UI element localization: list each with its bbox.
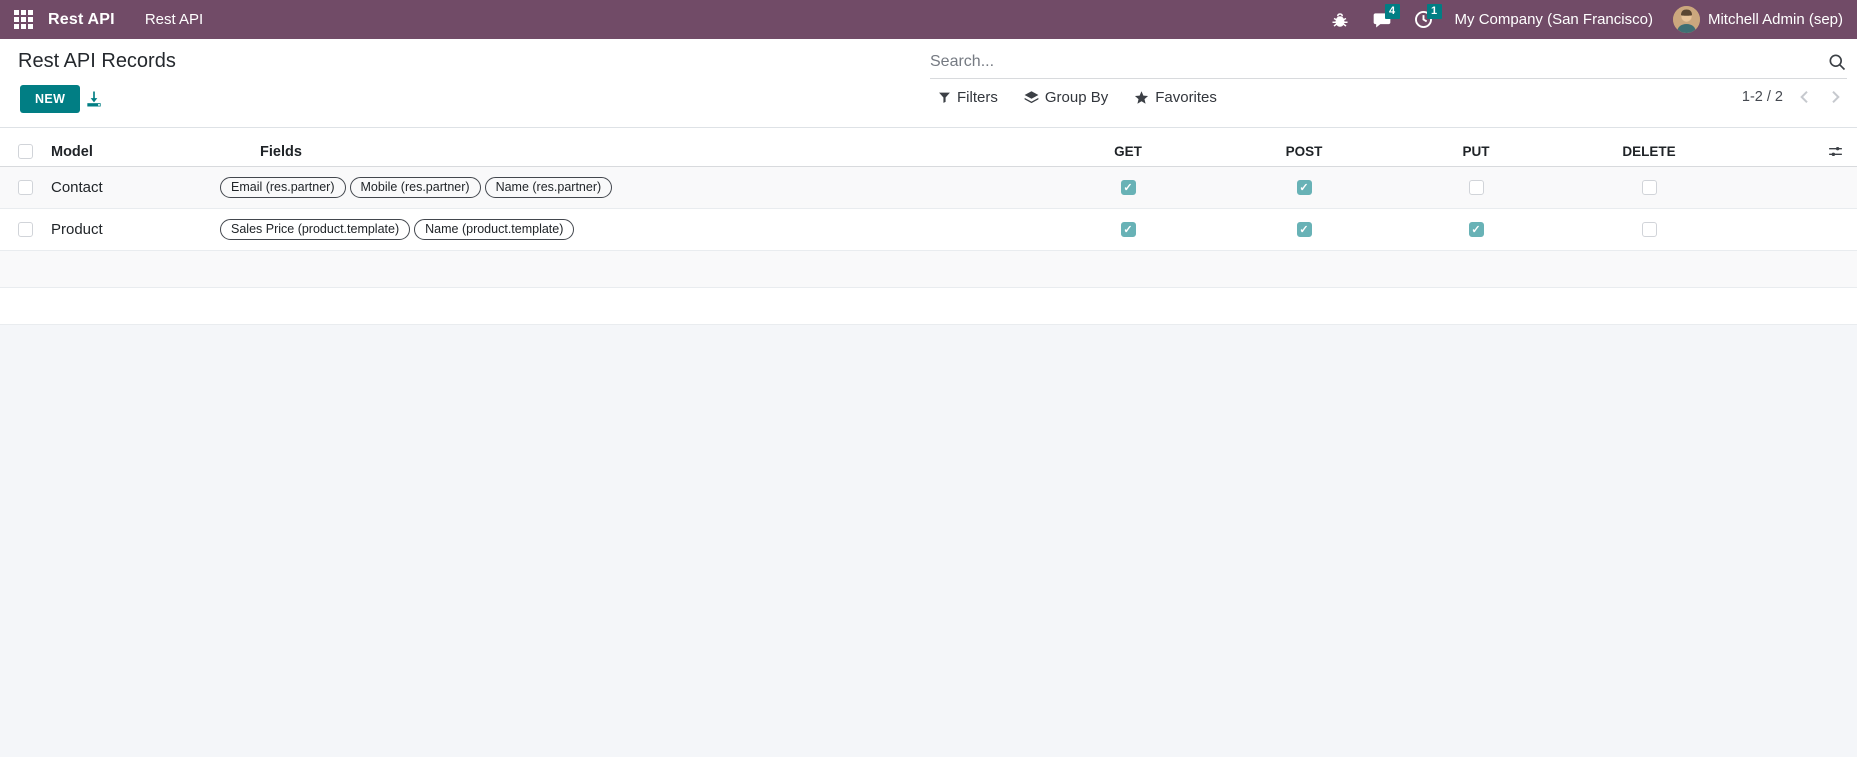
favorites-star-icon	[1135, 91, 1149, 104]
favorites-label: Favorites	[1155, 89, 1217, 106]
post-checkbox[interactable]	[1296, 222, 1312, 237]
pager: 1-2 / 2	[1742, 89, 1843, 105]
pager-previous-icon[interactable]	[1797, 89, 1813, 105]
column-header-fields[interactable]: Fields	[220, 144, 1040, 160]
put-checkbox[interactable]	[1468, 222, 1484, 237]
field-tag[interactable]: Sales Price (product.template)	[220, 219, 411, 240]
filter-funnel-icon	[939, 92, 950, 103]
activities-badge: 1	[1426, 3, 1442, 19]
group-by-label: Group By	[1044, 89, 1109, 106]
group-by-layers-icon	[1024, 91, 1039, 104]
select-all-checkbox[interactable]	[18, 144, 33, 159]
list-header-row: Model Fields GET POST PUT DELETE	[0, 137, 1857, 167]
app-brand[interactable]: Rest API	[48, 11, 115, 29]
pager-next-icon[interactable]	[1827, 89, 1843, 105]
column-header-model[interactable]: Model	[40, 144, 220, 160]
optional-columns-icon[interactable]	[1827, 143, 1844, 160]
search-icon[interactable]	[1827, 52, 1847, 72]
model-cell[interactable]: Contact	[40, 179, 220, 196]
empty-row	[0, 288, 1857, 325]
row-select-checkbox[interactable]	[18, 180, 33, 195]
search-bar[interactable]	[930, 45, 1847, 79]
messages-icon[interactable]: 4	[1371, 3, 1400, 31]
user-menu[interactable]: Mitchell Admin (sep)	[1672, 6, 1843, 33]
apps-menu-icon[interactable]	[14, 10, 33, 29]
column-header-get[interactable]: GET	[1040, 144, 1216, 159]
table-row[interactable]: Contact Email (res.partner) Mobile (res.…	[0, 167, 1857, 209]
column-header-post[interactable]: POST	[1216, 144, 1392, 159]
search-input[interactable]	[930, 52, 1827, 71]
top-navbar: Rest API Rest API 4 1 My Company (San Fr…	[0, 0, 1857, 39]
company-switcher[interactable]: My Company (San Francisco)	[1455, 11, 1653, 28]
filters-button[interactable]: Filters	[938, 89, 998, 106]
page-title: Rest API Records	[18, 50, 176, 72]
group-by-button[interactable]: Group By	[1024, 89, 1108, 106]
search-options: Filters Group By Favorites	[938, 89, 1217, 106]
post-checkbox[interactable]	[1296, 180, 1312, 195]
row-select-checkbox[interactable]	[18, 222, 33, 237]
messages-badge: 4	[1384, 3, 1400, 19]
new-button[interactable]: NEW	[20, 85, 81, 113]
table-row[interactable]: Product Sales Price (product.template) N…	[0, 209, 1857, 251]
pager-range: 1-2 / 2	[1741, 89, 1783, 105]
page-background	[0, 325, 1857, 757]
field-tag[interactable]: Email (res.partner)	[220, 177, 346, 198]
model-cell[interactable]: Product	[40, 221, 220, 238]
list-view: Model Fields GET POST PUT DELETE Contact…	[0, 128, 1857, 325]
get-checkbox[interactable]	[1120, 222, 1136, 237]
user-avatar	[1672, 6, 1700, 33]
user-name: Mitchell Admin (sep)	[1707, 11, 1843, 28]
fields-cell: Email (res.partner) Mobile (res.partner)…	[220, 177, 1040, 198]
fields-cell: Sales Price (product.template) Name (pro…	[220, 219, 1040, 240]
field-tag[interactable]: Mobile (res.partner)	[349, 177, 481, 198]
put-checkbox[interactable]	[1468, 180, 1484, 195]
filters-label: Filters	[957, 89, 998, 106]
control-panel: Rest API Records NEW Filters	[0, 39, 1857, 128]
delete-checkbox[interactable]	[1641, 180, 1657, 195]
export-download-icon[interactable]	[84, 89, 104, 109]
get-checkbox[interactable]	[1120, 180, 1136, 195]
column-header-put[interactable]: PUT	[1392, 144, 1560, 159]
field-tag[interactable]: Name (res.partner)	[484, 177, 613, 198]
empty-row	[0, 251, 1857, 288]
column-header-delete[interactable]: DELETE	[1560, 144, 1738, 159]
field-tag[interactable]: Name (product.template)	[414, 219, 575, 240]
favorites-button[interactable]: Favorites	[1134, 89, 1217, 106]
menu-rest-api[interactable]: Rest API	[145, 11, 203, 28]
activities-clock-icon[interactable]: 1	[1413, 3, 1442, 31]
debug-bug-icon[interactable]	[1329, 9, 1351, 31]
delete-checkbox[interactable]	[1641, 222, 1657, 237]
